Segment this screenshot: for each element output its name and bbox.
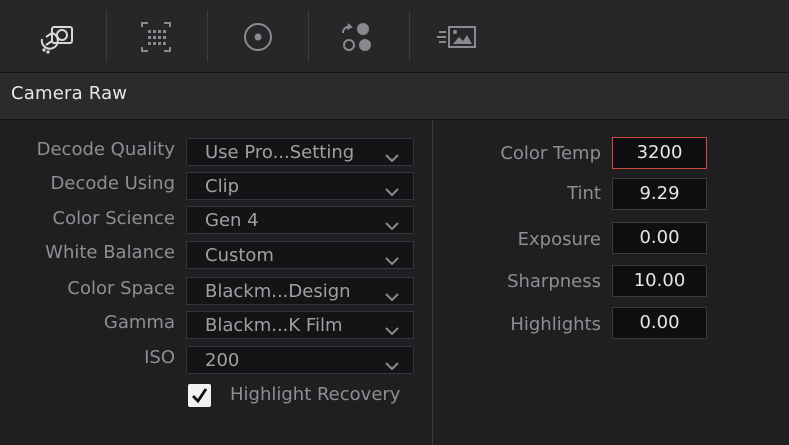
decode-quality-label: Decode Quality: [36, 139, 175, 160]
decode-using-value: Clip: [205, 176, 239, 197]
chevron-down-icon: [385, 216, 399, 235]
iso-dropdown[interactable]: 200: [186, 346, 414, 374]
highlights-input[interactable]: 0.00: [612, 307, 707, 339]
node-graph-icon[interactable]: [330, 12, 380, 62]
chevron-down-icon: [385, 321, 399, 340]
highlights-label: Highlights: [510, 314, 601, 335]
toolbar-divider: [409, 10, 410, 62]
chevron-down-icon: [385, 251, 399, 270]
image-sizing-icon[interactable]: [432, 12, 482, 62]
sharpness-input[interactable]: 10.00: [612, 265, 707, 297]
color-space-dropdown[interactable]: Blackm...Design: [186, 277, 414, 305]
color-science-dropdown[interactable]: Gen 4: [186, 206, 414, 234]
color-space-label: Color Space: [67, 278, 175, 299]
white-balance-dropdown[interactable]: Custom: [186, 241, 414, 269]
tint-label: Tint: [567, 183, 601, 204]
toolbar-divider: [308, 10, 309, 62]
highlight-recovery-label: Highlight Recovery: [230, 384, 401, 405]
sharpness-label: Sharpness: [507, 271, 601, 292]
toolbar-divider: [106, 10, 107, 62]
target-circle-icon[interactable]: [233, 12, 283, 62]
inspector-toolbar: [0, 0, 789, 73]
toolbar-divider: [207, 10, 208, 62]
color-temp-input[interactable]: 3200: [612, 137, 707, 169]
panel-header: Camera Raw: [0, 73, 789, 120]
white-balance-value: Custom: [205, 245, 274, 266]
column-divider: [432, 120, 433, 445]
panel-title: Camera Raw: [11, 83, 128, 104]
color-temp-label: Color Temp: [500, 143, 601, 164]
chevron-down-icon: [385, 356, 399, 375]
chevron-down-icon: [385, 148, 399, 167]
gamma-dropdown[interactable]: Blackm...K Film: [186, 311, 414, 339]
iso-label: ISO: [144, 347, 175, 368]
white-balance-label: White Balance: [45, 242, 175, 263]
decode-using-label: Decode Using: [50, 173, 175, 194]
decode-quality-value: Use Pro...Setting: [205, 142, 355, 163]
color-science-value: Gen 4: [205, 210, 259, 231]
decode-using-dropdown[interactable]: Clip: [186, 172, 414, 200]
highlight-recovery-checkbox[interactable]: [188, 384, 211, 407]
camera-raw-icon[interactable]: [33, 12, 83, 62]
color-science-label: Color Science: [52, 208, 176, 229]
iso-value: 200: [205, 350, 240, 371]
chevron-down-icon: [385, 182, 399, 201]
gamma-value: Blackm...K Film: [205, 315, 343, 336]
chevron-down-icon: [385, 287, 399, 306]
gamma-label: Gamma: [103, 312, 175, 333]
color-space-value: Blackm...Design: [205, 281, 351, 302]
exposure-input[interactable]: 0.00: [612, 222, 707, 254]
exposure-label: Exposure: [517, 229, 601, 250]
frame-grid-icon[interactable]: [131, 12, 181, 62]
tint-input[interactable]: 9.29: [612, 178, 707, 210]
decode-quality-dropdown[interactable]: Use Pro...Setting: [186, 138, 414, 166]
checkmark-icon: [192, 388, 208, 404]
